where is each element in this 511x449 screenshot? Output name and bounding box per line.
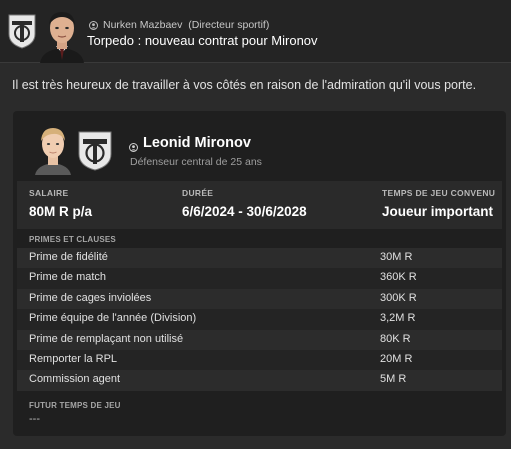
duration-value: 6/6/2024 - 30/6/2028: [182, 204, 307, 219]
future-playtime-title: FUTUR TEMPS DE JEU: [29, 401, 121, 410]
contract-summary: SALAIRE 80M R p/a DURÉE 6/6/2024 - 30/6/…: [17, 181, 502, 229]
bonus-value: 30M R: [380, 251, 413, 263]
bonuses-section-title: PRIMES ET CLAUSES: [29, 235, 116, 244]
playtime-label: TEMPS DE JEU CONVENU: [382, 188, 496, 198]
bonus-row: Prime équipe de l'année (Division) 3,2M …: [17, 309, 502, 330]
bonus-value: 360K R: [380, 271, 417, 284]
bonus-value: 20M R: [380, 352, 413, 365]
player-row: Leonid Mironov Défenseur central de 25 a…: [25, 123, 495, 175]
player-description: Défenseur central de 25 ans: [130, 156, 262, 168]
player-name[interactable]: Leonid Mironov: [143, 135, 251, 151]
bonus-name: Prime de fidélité: [29, 251, 108, 263]
salary-value: 80M R p/a: [29, 204, 93, 219]
bonus-row: Remporter la RPL 20M R: [17, 349, 502, 371]
playtime-value: Joueur important: [382, 204, 494, 219]
bonus-name: Prime de remplaçant non utilisé: [29, 332, 184, 345]
sender-name[interactable]: Nurken Mazbaev: [103, 19, 182, 31]
bonus-value: 80K R: [380, 332, 411, 345]
bonus-value: 3,2M R: [380, 312, 416, 325]
future-playtime-value: ---: [29, 413, 40, 425]
bonus-row: Commission agent 5M R: [17, 370, 502, 391]
bonus-list: Prime de fidélité 30M R Prime de match 3…: [17, 248, 502, 391]
bonus-row: Prime de match 360K R: [17, 268, 502, 289]
contract-card: Leonid Mironov Défenseur central de 25 a…: [13, 111, 506, 436]
bonus-name: Prime de match: [29, 271, 107, 284]
person-icon: [129, 139, 138, 152]
sender-line: Nurken Mazbaev (Directeur sportif): [89, 19, 269, 31]
bonus-row: Prime de cages inviolées 300K R: [17, 288, 502, 310]
sender-role: (Directeur sportif): [188, 19, 270, 31]
message-header: Nurken Mazbaev (Directeur sportif) Torpe…: [0, 0, 511, 63]
person-icon: [89, 20, 98, 30]
player-name-row: Leonid Mironov: [129, 135, 251, 152]
message-title: Torpedo : nouveau contrat pour Mironov: [87, 33, 318, 48]
club-badge-icon[interactable]: [75, 129, 115, 173]
bonus-name: Prime équipe de l'année (Division): [29, 312, 197, 325]
message-body: Il est très heureux de travailler à vos …: [12, 78, 477, 92]
bonus-name: Prime de cages inviolées: [29, 291, 152, 304]
player-avatar[interactable]: [33, 123, 73, 175]
bonus-value: 300K R: [380, 291, 417, 304]
bonus-row: Prime de remplaçant non utilisé 80K R: [17, 329, 502, 350]
bonus-name: Remporter la RPL: [29, 352, 118, 365]
salary-label: SALAIRE: [29, 188, 69, 198]
bonus-value: 5M R: [380, 373, 407, 386]
bonus-row: Prime de fidélité 30M R: [17, 248, 502, 269]
duration-label: DURÉE: [182, 188, 214, 198]
bonus-name: Commission agent: [29, 373, 121, 386]
club-badge-icon[interactable]: [6, 12, 38, 50]
sender-avatar[interactable]: [36, 6, 88, 63]
